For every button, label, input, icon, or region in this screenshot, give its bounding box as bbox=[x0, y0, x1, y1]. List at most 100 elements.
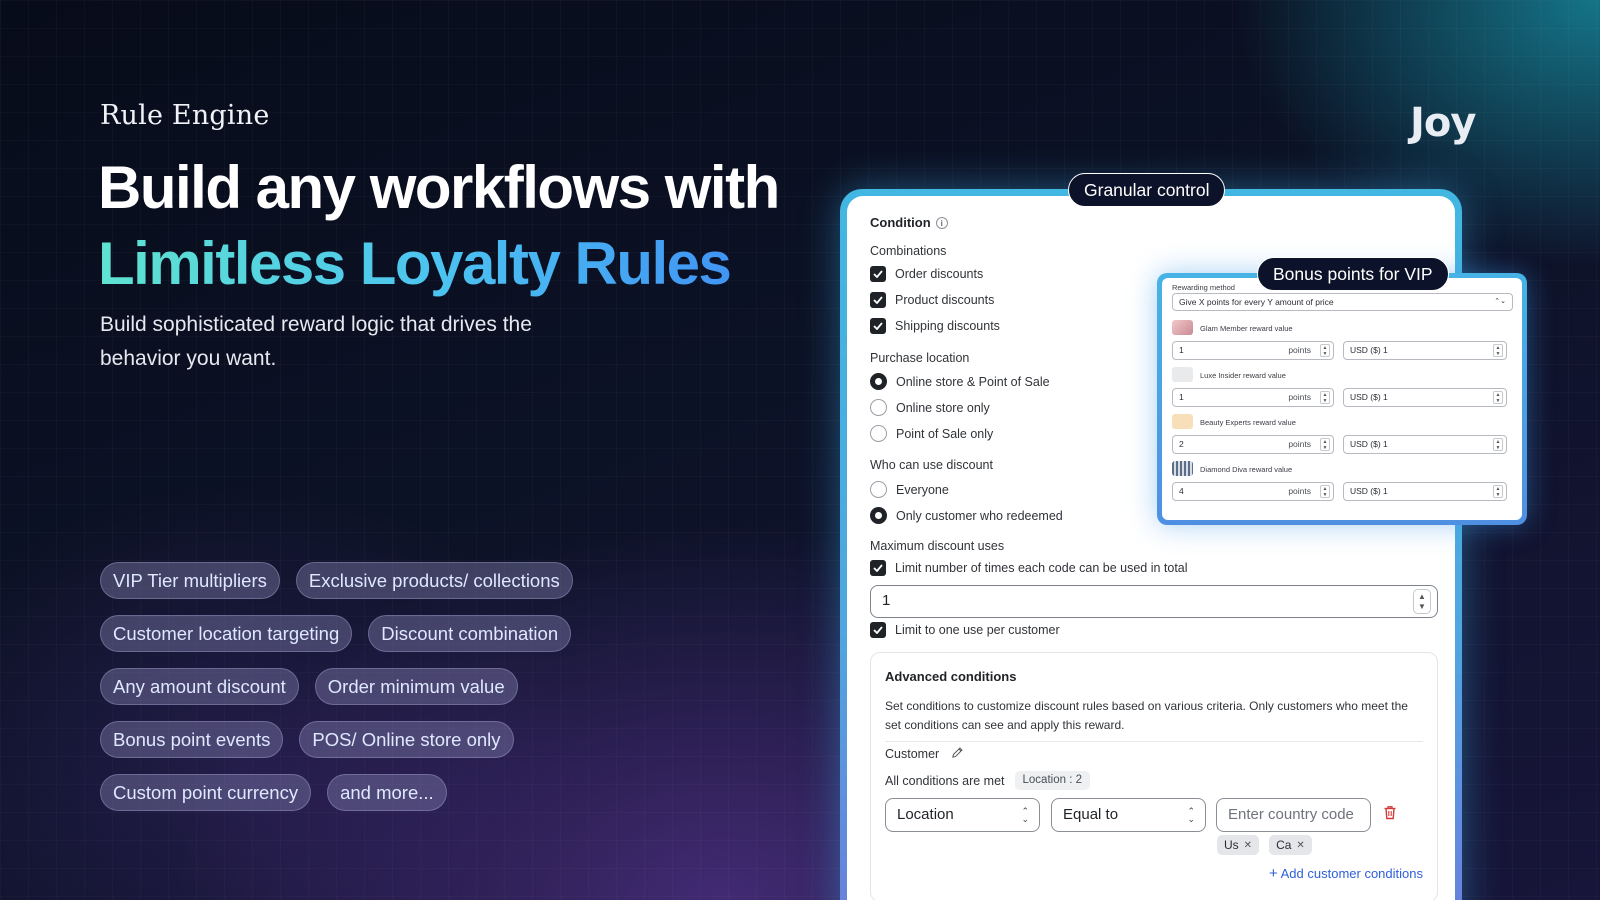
tier-points-input[interactable]: 4 points ▲ ▼ bbox=[1172, 482, 1334, 501]
tier-thumbnail bbox=[1172, 461, 1193, 476]
radio-label: Online store & Point of Sale bbox=[896, 374, 1050, 389]
radio-pos-only[interactable]: Point of Sale only bbox=[870, 425, 993, 442]
limit-total-input[interactable]: 1 ▲ ▼ bbox=[870, 585, 1438, 618]
radio-only-redeemed[interactable]: Only customer who redeemed bbox=[870, 507, 1063, 524]
feature-chip: Any amount discount bbox=[100, 668, 299, 705]
condition-operator-select[interactable]: Equal to ⌃ ⌄ bbox=[1051, 798, 1206, 832]
radio-online-only[interactable]: Online store only bbox=[870, 399, 990, 416]
select-arrows-icon: ⌃⌄ bbox=[1494, 298, 1506, 305]
tier-points-unit: points bbox=[1288, 392, 1311, 402]
headline-line-1: Build any workflows with bbox=[98, 154, 780, 221]
eyebrow-label: Rule Engine bbox=[100, 100, 270, 131]
checkbox-limit-total[interactable]: Limit number of times each code can be u… bbox=[870, 560, 1188, 576]
combinations-label: Combinations bbox=[870, 244, 947, 258]
condition-operator-value: Equal to bbox=[1063, 806, 1119, 823]
advanced-conditions-description: Set conditions to customize discount rul… bbox=[885, 699, 1408, 732]
checkbox-checked-icon[interactable] bbox=[870, 560, 886, 576]
radio-selected-icon[interactable] bbox=[870, 373, 887, 390]
feature-chip: VIP Tier multipliers bbox=[100, 562, 280, 599]
chip-row: Any amount discount Order minimum value bbox=[100, 668, 620, 705]
checkbox-checked-icon[interactable] bbox=[870, 318, 886, 334]
stepper-icon[interactable]: ▲ ▼ bbox=[1320, 485, 1330, 498]
info-icon[interactable]: i bbox=[935, 217, 948, 229]
who-can-use-label: Who can use discount bbox=[870, 458, 993, 472]
checkbox-label: Shipping discounts bbox=[895, 319, 1000, 333]
checkbox-label: Order discounts bbox=[895, 267, 984, 281]
stepper-icon[interactable]: ▲ ▼ bbox=[1493, 391, 1503, 404]
feature-chip: Custom point currency bbox=[100, 774, 312, 811]
stepper-icon[interactable]: ▲ ▼ bbox=[1493, 438, 1503, 451]
tier-points-input[interactable]: 1 points ▲ ▼ bbox=[1172, 388, 1334, 407]
checkbox-limit-per-customer[interactable]: Limit to one use per customer bbox=[870, 622, 1060, 638]
radio-everyone[interactable]: Everyone bbox=[870, 481, 949, 498]
pencil-icon[interactable] bbox=[951, 746, 964, 762]
tier-price-value: USD ($) 1 bbox=[1350, 392, 1388, 402]
tier-thumbnail bbox=[1172, 367, 1193, 382]
headline: Build any workflows with Limitless Loyal… bbox=[98, 150, 780, 302]
radio-label: Everyone bbox=[896, 482, 949, 497]
subhead: Build sophisticated reward logic that dr… bbox=[100, 313, 532, 370]
country-tags: Us ✕ Ca ✕ bbox=[1217, 835, 1312, 855]
tier-price-value: USD ($) 1 bbox=[1350, 439, 1388, 449]
add-customer-conditions-link[interactable]: + Add customer conditions bbox=[1269, 865, 1423, 882]
joy-logo: Joy bbox=[1410, 100, 1476, 146]
country-tag[interactable]: Ca ✕ bbox=[1269, 835, 1312, 855]
radio-label: Point of Sale only bbox=[896, 426, 994, 441]
stepper-icon[interactable]: ▲ ▼ bbox=[1320, 438, 1330, 451]
chip-row: Custom point currency and more... bbox=[100, 774, 620, 811]
checkbox-checked-icon[interactable] bbox=[870, 622, 886, 638]
chip-row: VIP Tier multipliers Exclusive products/… bbox=[100, 562, 620, 599]
condition-field-select[interactable]: Location ⌃ ⌄ bbox=[885, 798, 1040, 832]
stepper-icon[interactable]: ▲ ▼ bbox=[1493, 485, 1503, 498]
tag-label: Ca bbox=[1276, 838, 1292, 852]
radio-online-and-pos[interactable]: Online store & Point of Sale bbox=[870, 373, 1050, 390]
condition-field-value: Location bbox=[897, 806, 954, 823]
checkbox-label: Limit to one use per customer bbox=[895, 623, 1060, 637]
feature-chip: Customer location targeting bbox=[100, 615, 353, 652]
tier-points-input[interactable]: 1 points ▲ ▼ bbox=[1172, 341, 1334, 360]
radio-icon[interactable] bbox=[870, 425, 887, 442]
radio-label: Only customer who redeemed bbox=[896, 508, 1063, 523]
feature-chip: Bonus point events bbox=[100, 721, 284, 758]
limit-total-value: 1 bbox=[882, 592, 891, 609]
country-tag[interactable]: Us ✕ bbox=[1217, 835, 1260, 855]
tier-price-input[interactable]: USD ($) 1 ▲ ▼ bbox=[1343, 341, 1507, 360]
stepper-icon[interactable]: ▲ ▼ bbox=[1320, 391, 1330, 404]
checkbox-shipping-discounts[interactable]: Shipping discounts bbox=[870, 318, 1000, 334]
trash-icon[interactable] bbox=[1383, 805, 1397, 823]
radio-selected-icon[interactable] bbox=[870, 507, 887, 524]
tier-price-input[interactable]: USD ($) 1 ▲ ▼ bbox=[1343, 435, 1507, 454]
checkbox-order-discounts[interactable]: Order discounts bbox=[870, 266, 983, 282]
tier-price-input[interactable]: USD ($) 1 ▲ ▼ bbox=[1343, 482, 1507, 501]
rewarding-method-select[interactable]: Give X points for every Y amount of pric… bbox=[1172, 293, 1513, 311]
stepper-icon[interactable]: ▲ ▼ bbox=[1413, 589, 1431, 614]
checkbox-product-discounts[interactable]: Product discounts bbox=[870, 292, 994, 308]
tier-price-value: USD ($) 1 bbox=[1350, 486, 1388, 496]
plus-icon: + bbox=[1268, 865, 1278, 882]
stepper-icon[interactable]: ▲ ▼ bbox=[1493, 344, 1503, 357]
tier-price-value: USD ($) 1 bbox=[1350, 345, 1388, 355]
checkbox-label: Product discounts bbox=[895, 293, 995, 307]
max-uses-label: Maximum discount uses bbox=[870, 539, 1005, 553]
feature-chip: POS/ Online store only bbox=[299, 721, 514, 758]
checkbox-checked-icon[interactable] bbox=[870, 266, 886, 282]
radio-icon[interactable] bbox=[870, 399, 887, 416]
tier-points-value: 2 bbox=[1179, 439, 1184, 449]
stepper-icon[interactable]: ▲ ▼ bbox=[1320, 344, 1330, 357]
rewarding-method-value: Give X points for every Y amount of pric… bbox=[1179, 297, 1334, 307]
conditions-summary-row: All conditions are met Location : 2 bbox=[885, 771, 1090, 790]
country-code-input[interactable]: Enter country code bbox=[1216, 798, 1371, 832]
advanced-conditions-card: Advanced conditions Set conditions to cu… bbox=[870, 652, 1438, 900]
tier-name: Glam Member reward value bbox=[1200, 324, 1293, 333]
tier-name: Diamond Diva reward value bbox=[1200, 465, 1293, 474]
radio-icon[interactable] bbox=[870, 481, 887, 498]
tier-points-unit: points bbox=[1288, 486, 1311, 496]
location-count-badge: Location : 2 bbox=[1014, 771, 1090, 790]
tier-price-input[interactable]: USD ($) 1 ▲ ▼ bbox=[1343, 388, 1507, 407]
checkbox-checked-icon[interactable] bbox=[870, 292, 886, 308]
close-icon[interactable]: ✕ bbox=[1296, 840, 1304, 851]
customer-label: Customer bbox=[885, 747, 940, 761]
close-icon[interactable]: ✕ bbox=[1244, 840, 1252, 851]
tier-points-input[interactable]: 2 points ▲ ▼ bbox=[1172, 435, 1334, 454]
tier-name: Luxe Insider reward value bbox=[1200, 371, 1286, 380]
